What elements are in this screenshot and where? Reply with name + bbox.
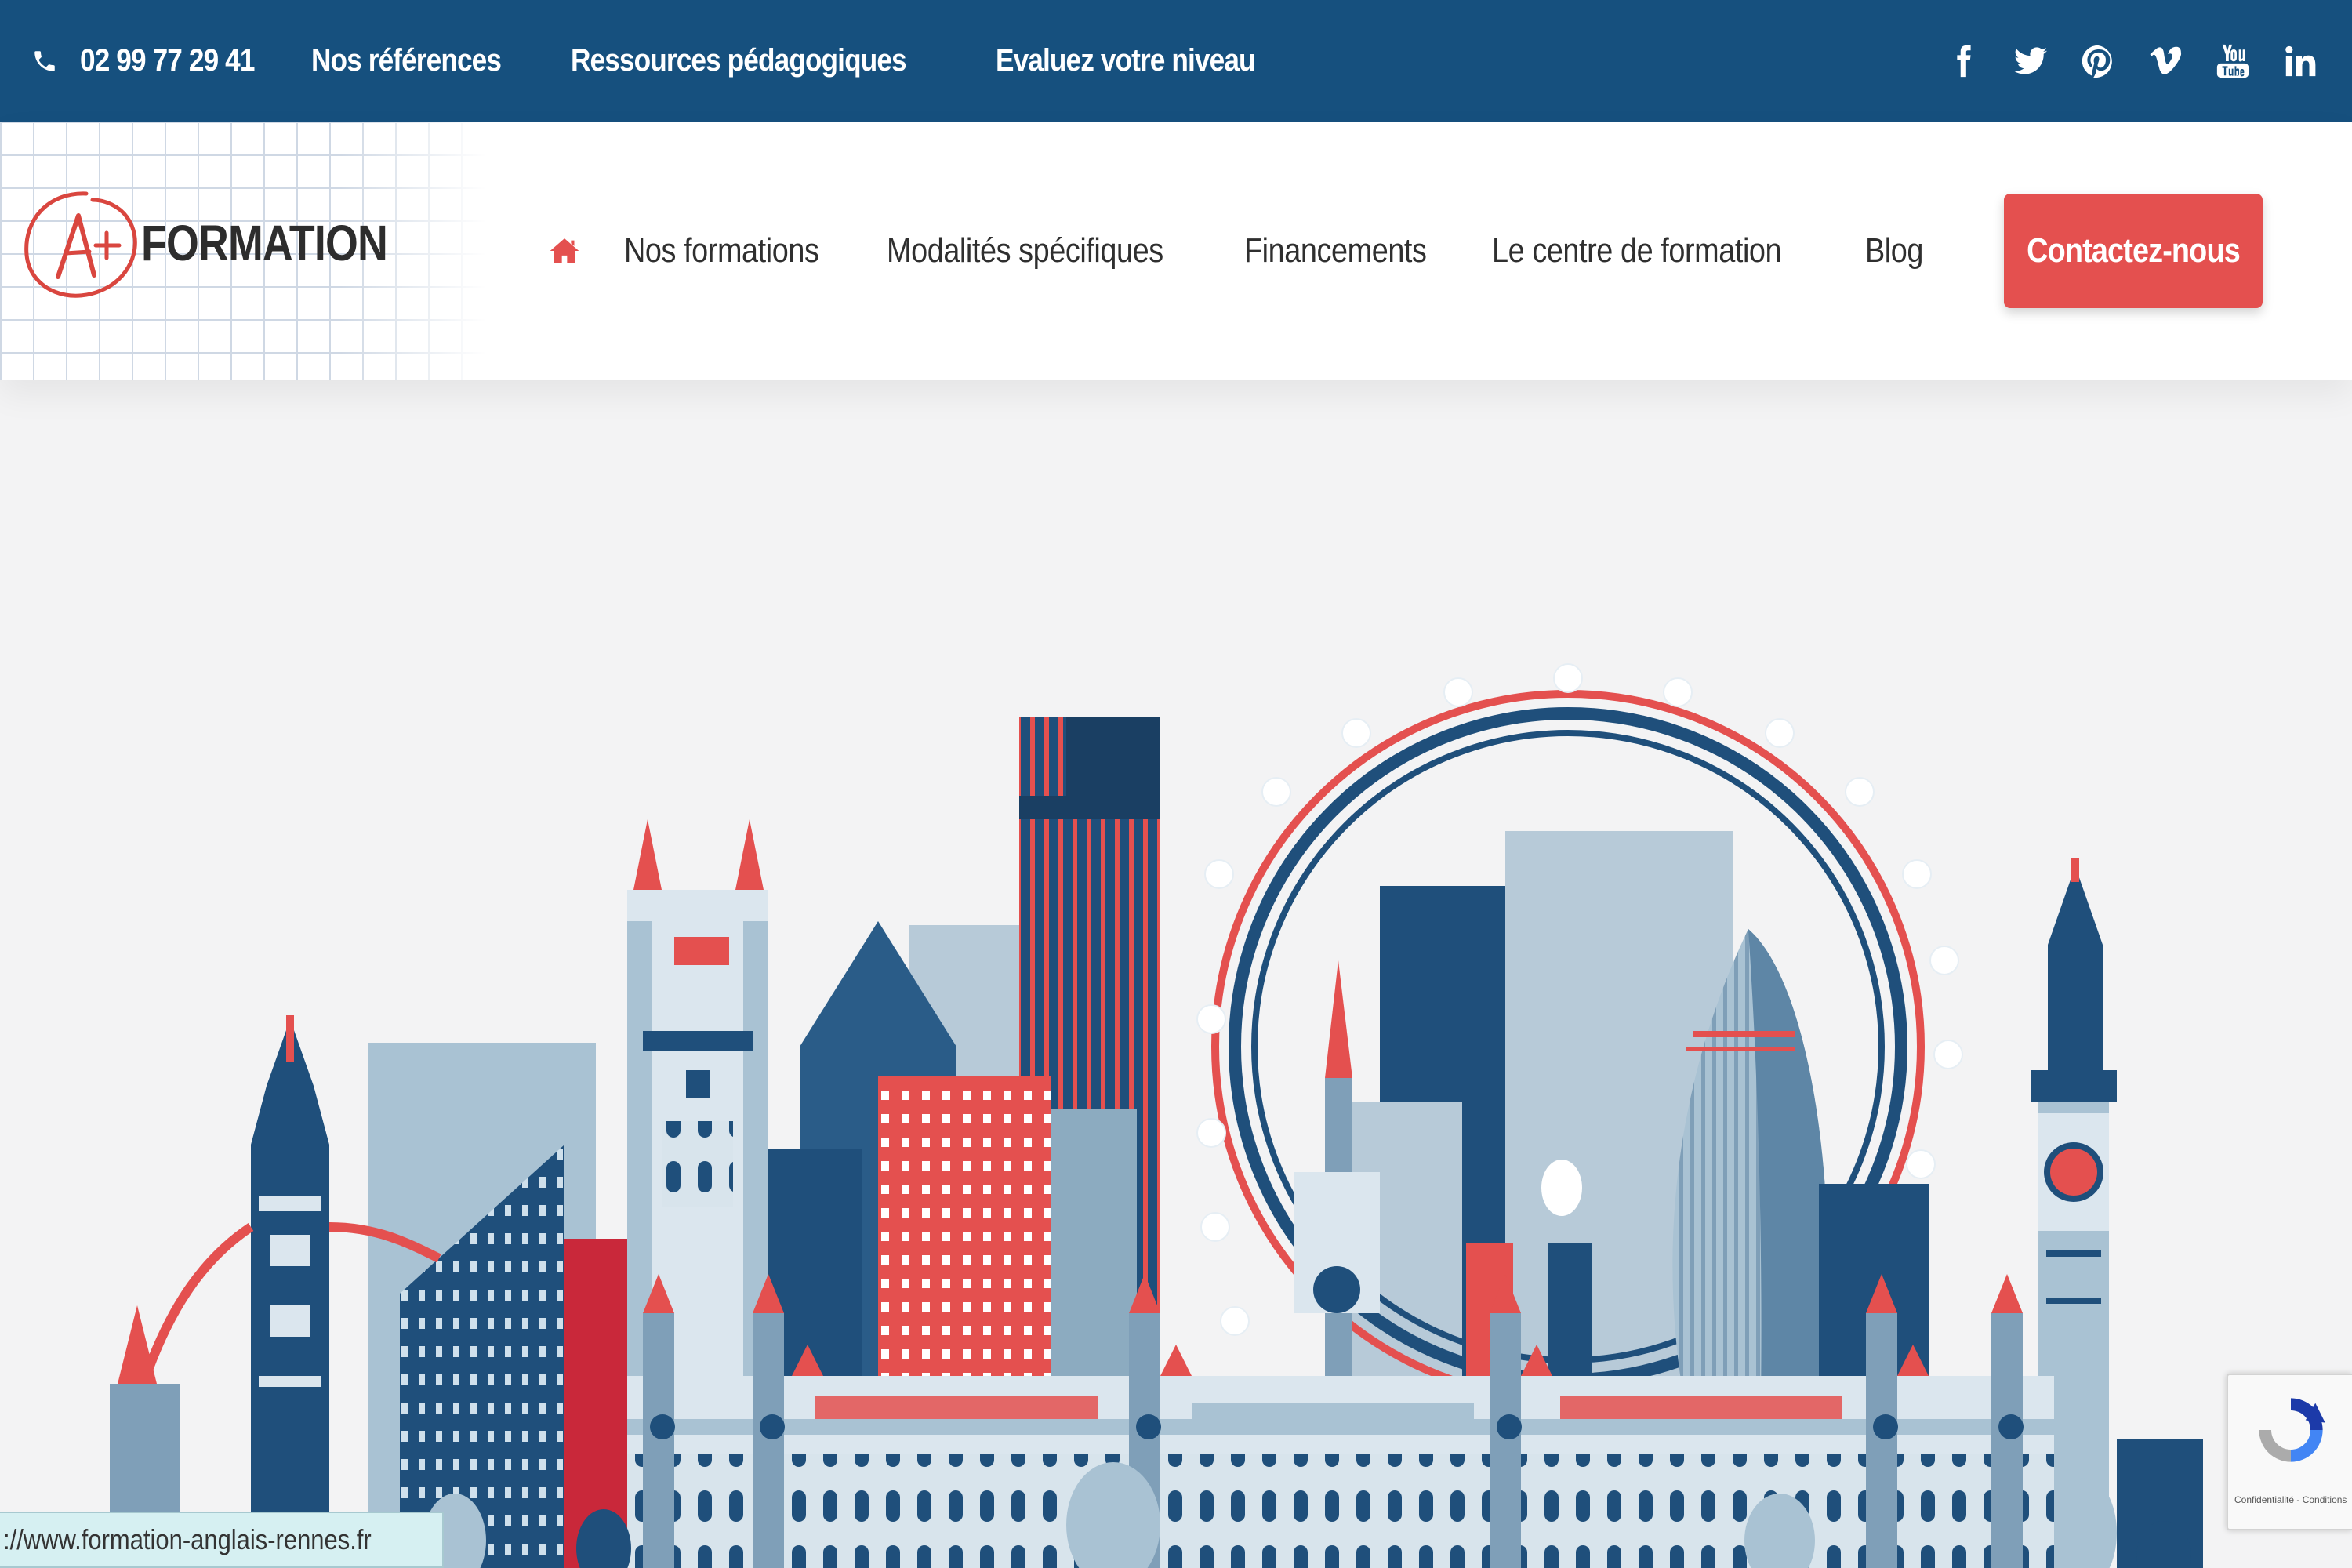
logo-wordmark: FORMATION — [141, 215, 388, 271]
twitter-icon[interactable] — [2010, 41, 2051, 82]
youtube-icon[interactable] — [2212, 41, 2253, 82]
pinterest-icon[interactable] — [2078, 41, 2118, 82]
link-status-bar: ://www.formation-anglais-rennes.fr — [0, 1512, 445, 1568]
nav-item-formations[interactable]: Nos formations — [624, 231, 819, 270]
top-bar: 02 99 77 29 41 Nos références Ressources… — [0, 0, 2352, 122]
status-url-text: ://www.formation-anglais-rennes.fr — [3, 1523, 372, 1555]
hero-section — [0, 380, 2352, 1568]
contact-button-label: Contactez-nous — [2027, 231, 2241, 270]
level-test-link[interactable]: Evaluez votre niveau — [996, 43, 1256, 78]
top-bar-links: 02 99 77 29 41 Nos références Ressources… — [0, 43, 1334, 78]
nav-item-blog[interactable]: Blog — [1865, 231, 1923, 270]
recaptcha-icon — [2259, 1398, 2325, 1462]
facebook-icon[interactable] — [1943, 41, 1984, 82]
phone-icon — [34, 50, 55, 71]
phone-number-link[interactable]: 02 99 77 29 41 — [80, 43, 255, 78]
social-links — [1916, 0, 2321, 122]
nav-item-financements[interactable]: Financements — [1244, 231, 1427, 270]
recaptcha-badge[interactable]: Confidentialité - Conditions — [2227, 1374, 2352, 1530]
nav-item-modalites[interactable]: Modalités spécifiques — [887, 231, 1163, 270]
london-skyline-illustration — [110, 663, 2203, 1568]
resources-link[interactable]: Ressources pédagogiques — [571, 43, 907, 78]
contact-button[interactable]: Contactez-nous — [2004, 194, 2263, 308]
home-icon[interactable] — [549, 235, 580, 267]
linkedin-icon[interactable] — [2280, 41, 2321, 82]
recaptcha-legal-text[interactable]: Confidentialité - Conditions — [2234, 1494, 2347, 1505]
nav-item-centre[interactable]: Le centre de formation — [1492, 231, 1782, 270]
main-navigation: Nos formations Modalités spécifiques Fin… — [549, 122, 1969, 380]
a-plus-logo-icon — [24, 191, 137, 298]
site-header: FORMATION Nos formations Modalités spéci… — [0, 122, 2352, 380]
site-logo[interactable]: FORMATION — [17, 176, 434, 310]
references-link[interactable]: Nos références — [311, 43, 502, 78]
vimeo-icon[interactable] — [2145, 41, 2186, 82]
